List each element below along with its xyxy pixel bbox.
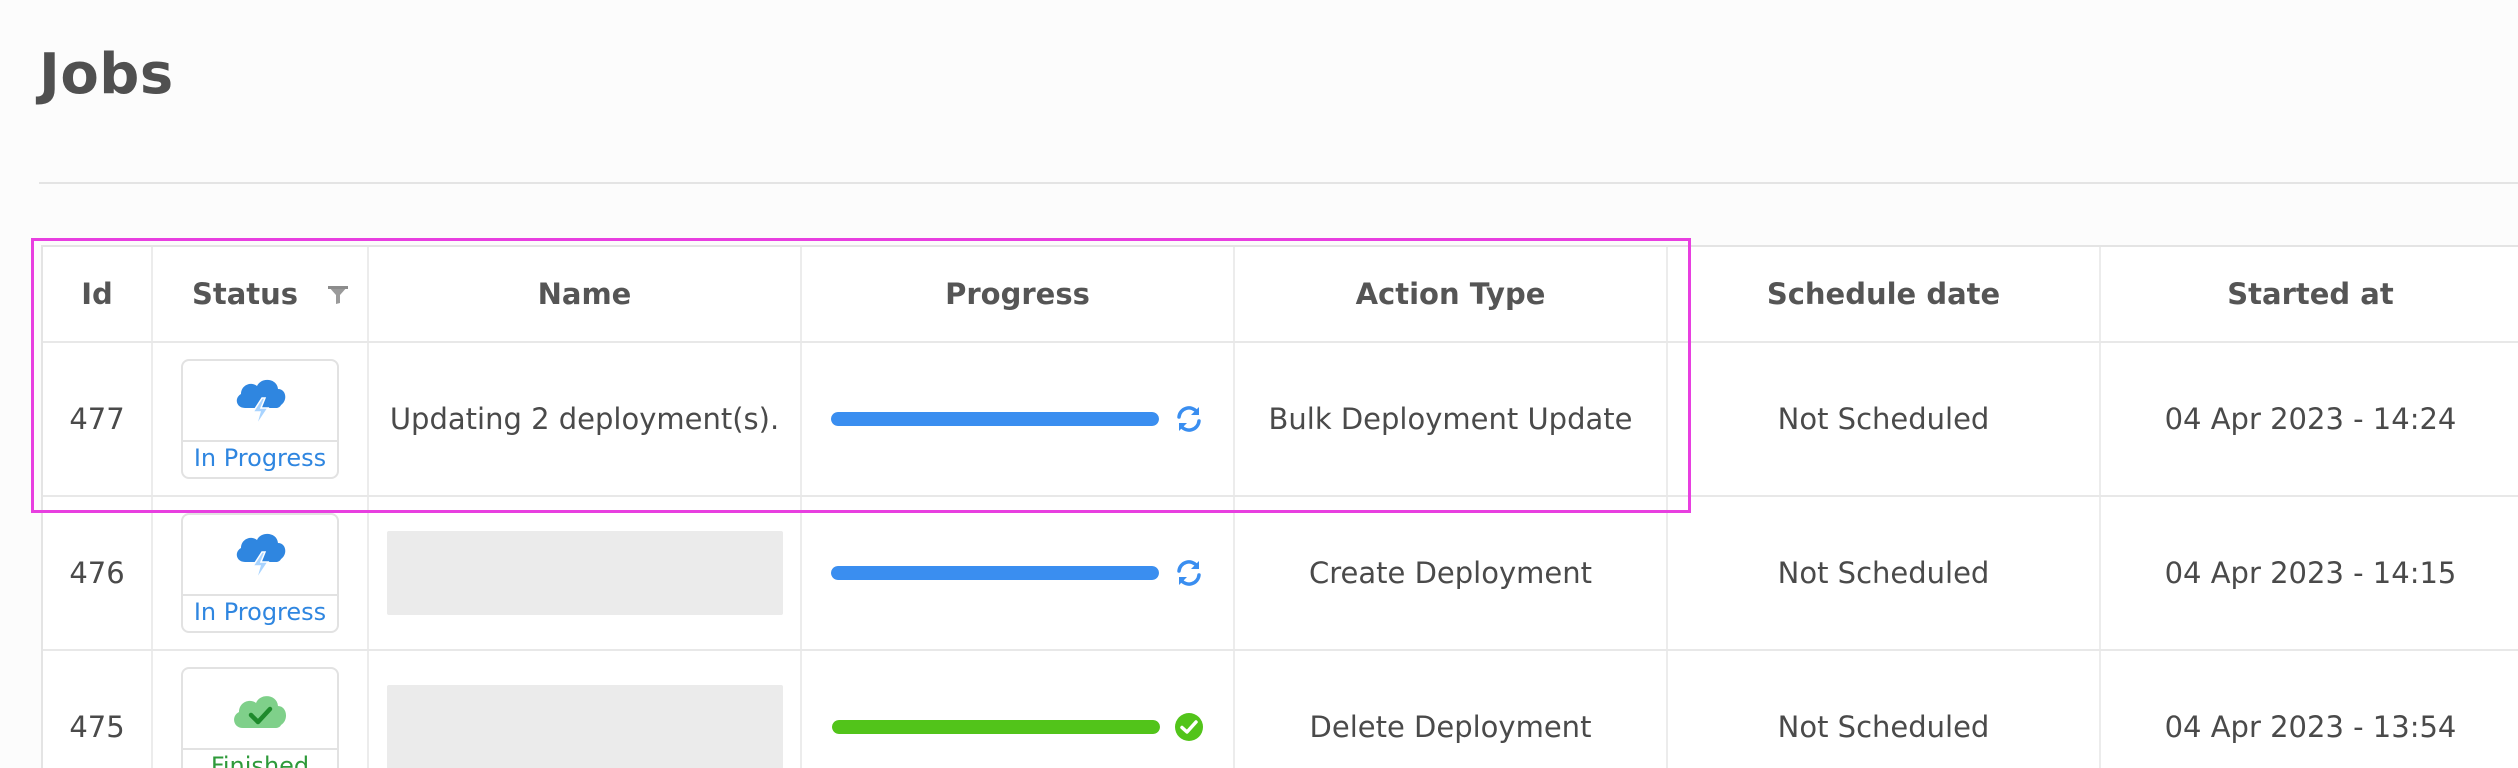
status-label: Finished	[183, 748, 337, 768]
status-badge: In Progress	[181, 359, 339, 479]
cloud-lightning-icon	[236, 379, 286, 426]
progress-bar	[830, 412, 1159, 426]
column-header-schedule-date[interactable]: Schedule date	[1668, 247, 2101, 341]
column-header-started-at[interactable]: Started at	[2101, 247, 2518, 341]
check-circle-icon	[1174, 713, 1203, 741]
column-header-status[interactable]: Status	[153, 247, 369, 341]
page-title: Jobs	[39, 42, 174, 107]
table-row[interactable]: 477 In Progress Updating 2 deployment(s)…	[43, 343, 2518, 497]
title-divider	[39, 182, 2518, 184]
job-name: Updating 2 deployment(s).	[369, 343, 802, 495]
progress-indicator	[831, 712, 1204, 742]
table-row[interactable]: 475 Finished Delete Deployment Not Sched…	[43, 651, 2518, 768]
job-name-redacted	[386, 531, 783, 615]
refresh-icon	[1176, 560, 1201, 586]
job-name-redacted	[386, 685, 783, 768]
progress-indicator	[830, 403, 1205, 435]
progress-indicator	[830, 557, 1205, 589]
column-header-action-type[interactable]: Action Type	[1235, 247, 1668, 341]
column-header-progress[interactable]: Progress	[802, 247, 1235, 341]
started-at: 04 Apr 2023 - 14:24	[2164, 402, 2457, 436]
table-header-row: Id Status Name Progress Action Type Sche…	[43, 247, 2518, 343]
schedule-date: Not Scheduled	[1668, 343, 2101, 495]
refresh-icon	[1176, 406, 1201, 432]
action-type: Create Deployment	[1235, 497, 1668, 649]
jobs-table: Id Status Name Progress Action Type Sche…	[41, 245, 2518, 768]
status-badge: Finished	[181, 667, 339, 768]
cloud-lightning-icon	[236, 533, 286, 580]
schedule-date: Not Scheduled	[1668, 651, 2101, 768]
action-type: Delete Deployment	[1235, 651, 1668, 768]
action-type: Bulk Deployment Update	[1235, 343, 1668, 495]
job-id: 475	[43, 651, 153, 768]
column-header-name[interactable]: Name	[369, 247, 802, 341]
status-badge: In Progress	[181, 513, 339, 633]
started-at: 04 Apr 2023 - 13:54	[2164, 710, 2457, 744]
status-label: In Progress	[183, 594, 337, 631]
progress-bar	[831, 720, 1160, 734]
job-id: 477	[43, 343, 153, 495]
filter-icon[interactable]	[327, 285, 349, 305]
status-label: In Progress	[183, 440, 337, 477]
column-header-id[interactable]: Id	[43, 247, 153, 341]
schedule-date: Not Scheduled	[1668, 497, 2101, 649]
started-at: 04 Apr 2023 - 14:15	[2164, 556, 2457, 590]
progress-bar	[830, 566, 1159, 580]
job-id: 476	[43, 497, 153, 649]
table-row[interactable]: 476 In Progress Create Deployment Not Sc…	[43, 497, 2518, 651]
cloud-check-icon	[234, 695, 287, 728]
